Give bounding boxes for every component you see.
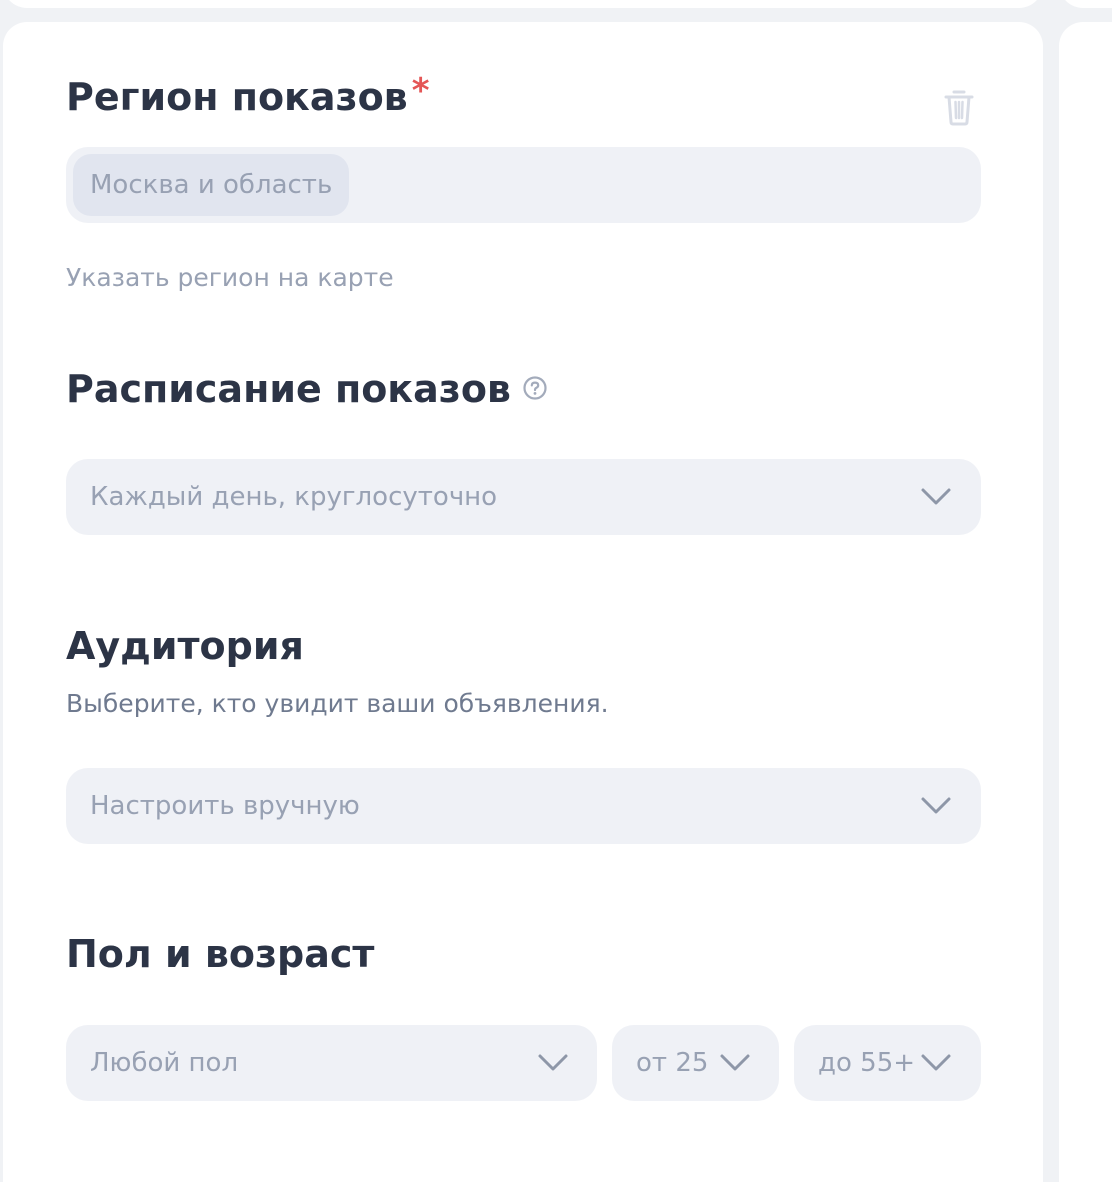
required-mark: * bbox=[411, 71, 430, 111]
previous-card bbox=[3, 0, 1043, 8]
audience-description: Выберите, кто увидит ваши объявления. bbox=[66, 689, 609, 718]
chevron-down-icon bbox=[921, 797, 951, 814]
map-region-link[interactable]: Указать регион на карте bbox=[66, 263, 394, 292]
side-card bbox=[1059, 22, 1112, 1182]
trash-icon[interactable] bbox=[943, 88, 975, 126]
gender-value: Любой пол bbox=[90, 1048, 239, 1078]
age-from-value: от 25 bbox=[636, 1048, 709, 1078]
settings-card: Регион показов * Москва и область Указать… bbox=[3, 22, 1043, 1182]
region-title: Регион показов * bbox=[66, 74, 430, 119]
chevron-down-icon bbox=[538, 1054, 568, 1071]
region-title-text: Регион показов bbox=[66, 75, 408, 119]
age-to-select[interactable]: до 55+ bbox=[794, 1025, 981, 1101]
region-chip-label: Москва и область bbox=[90, 170, 333, 200]
chevron-down-icon bbox=[921, 1054, 951, 1071]
gender-age-title: Пол и возраст bbox=[66, 932, 375, 976]
region-input[interactable]: Москва и область bbox=[66, 147, 981, 223]
schedule-title-text: Расписание показов bbox=[66, 367, 511, 411]
help-icon[interactable] bbox=[523, 375, 547, 400]
chevron-down-icon bbox=[720, 1054, 750, 1071]
schedule-select[interactable]: Каждый день, круглосуточно bbox=[66, 459, 981, 535]
region-chip[interactable]: Москва и область bbox=[73, 154, 350, 216]
audience-value: Настроить вручную bbox=[90, 791, 360, 821]
chevron-down-icon bbox=[921, 488, 951, 505]
gender-select[interactable]: Любой пол bbox=[66, 1025, 597, 1101]
audience-select[interactable]: Настроить вручную bbox=[66, 768, 981, 844]
age-to-value: до 55+ bbox=[818, 1048, 916, 1078]
age-from-select[interactable]: от 25 bbox=[612, 1025, 779, 1101]
side-card-top bbox=[1059, 0, 1112, 8]
audience-title: Аудитория bbox=[66, 624, 304, 668]
schedule-title: Расписание показов bbox=[66, 370, 547, 408]
schedule-value: Каждый день, круглосуточно bbox=[90, 482, 498, 512]
